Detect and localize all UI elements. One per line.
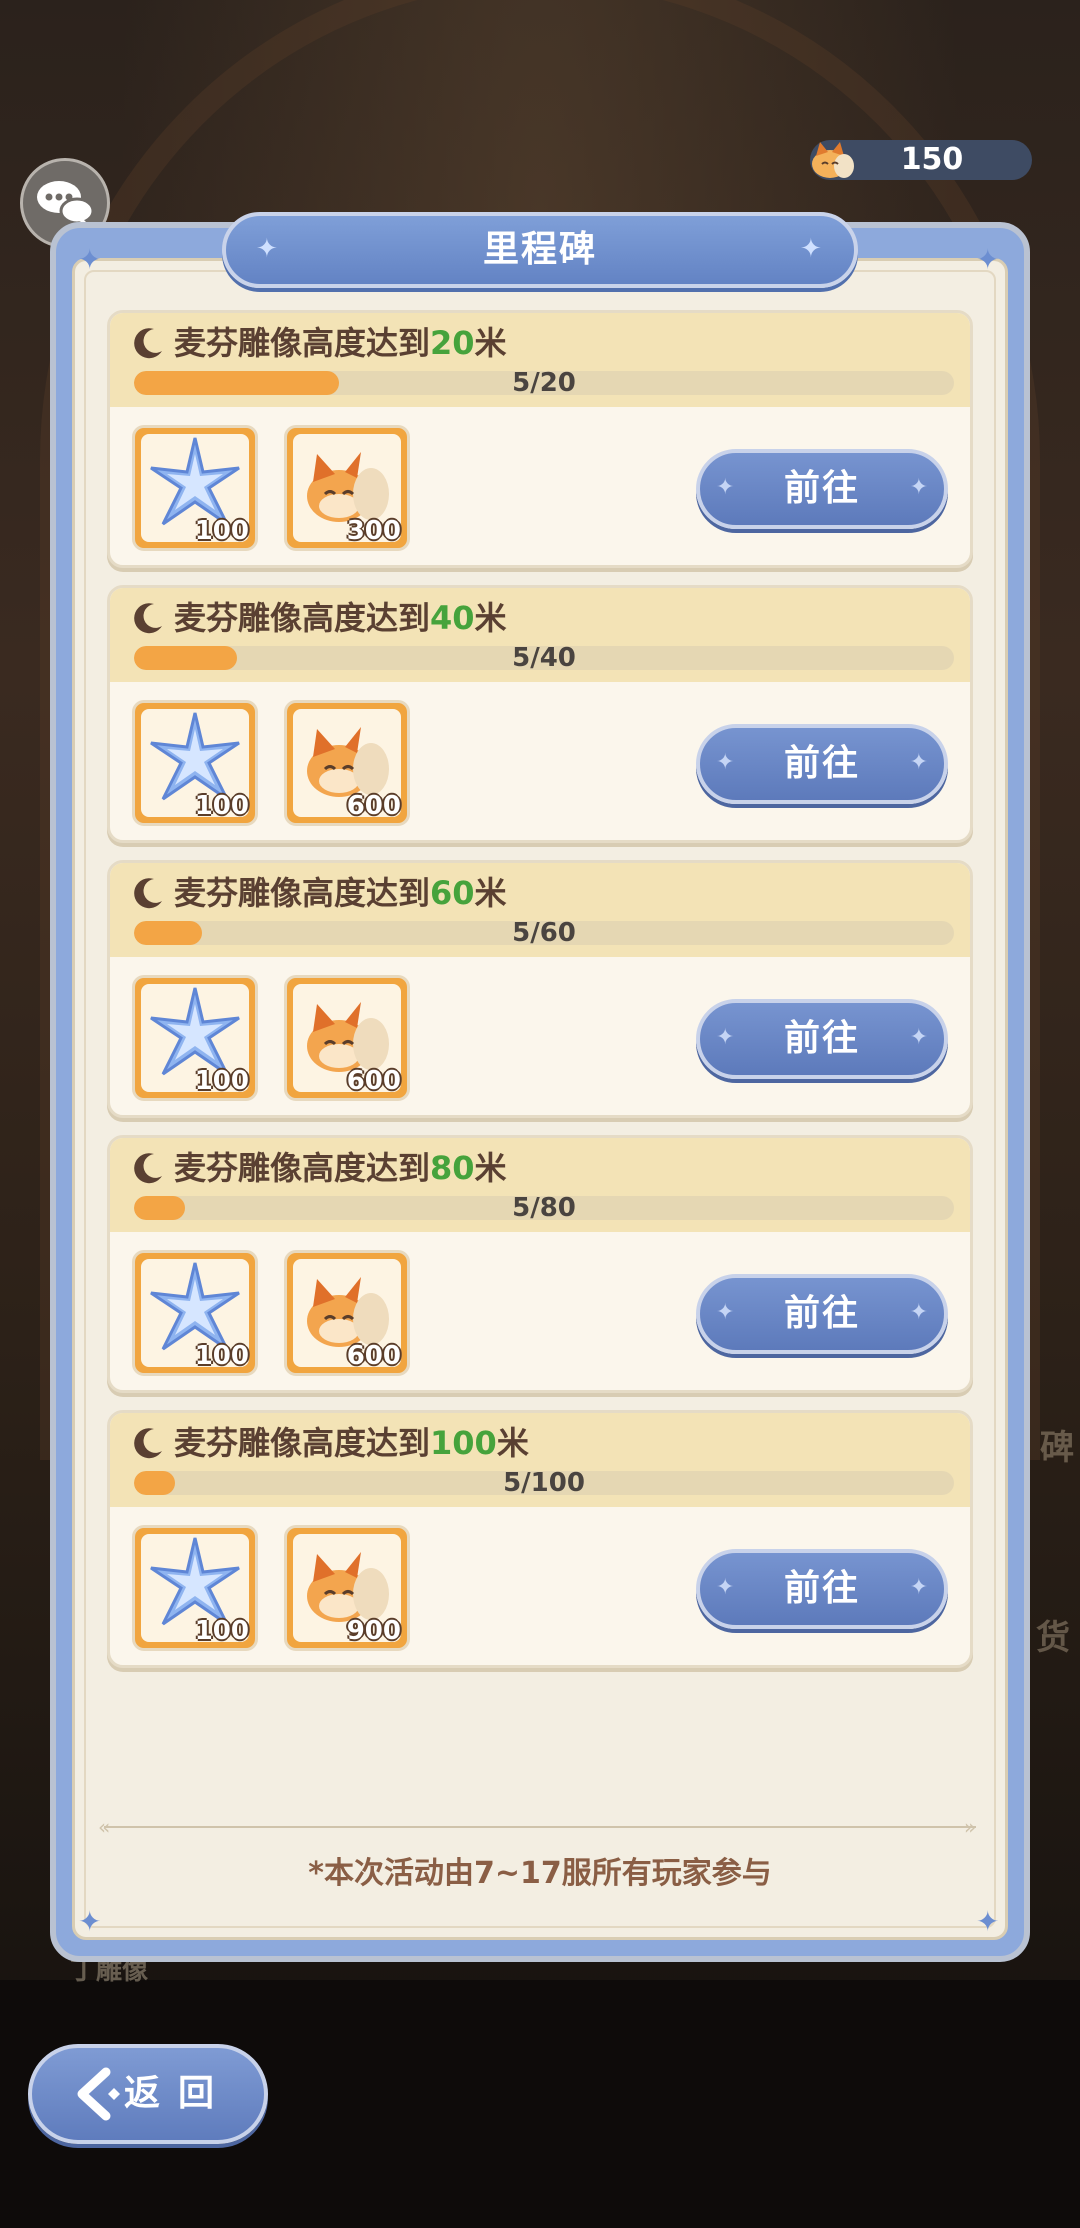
milestone-header: 麦芬雕像高度达到60米 5/60: [110, 863, 970, 957]
goal-value: 80: [430, 1149, 475, 1187]
corner-sparkle-icon: ✦: [78, 1905, 102, 1938]
go-button[interactable]: ✦ ✦ 前往: [696, 1549, 948, 1629]
footer-divider: [104, 1826, 976, 1828]
go-button[interactable]: ✦ ✦ 前往: [696, 449, 948, 529]
corner-sparkle-icon: ✦: [78, 243, 102, 276]
reward-item[interactable]: 600: [284, 700, 410, 826]
goal-value: 100: [430, 1424, 497, 1462]
milestone-goal: 麦芬雕像高度达到40米: [174, 596, 507, 640]
milestone-goal: 麦芬雕像高度达到80米: [174, 1146, 507, 1190]
crescent-moon-icon: [134, 603, 162, 634]
reward-item[interactable]: 600: [284, 975, 410, 1101]
reward-count: 600: [346, 1066, 401, 1096]
go-button-label: 前往: [783, 1018, 860, 1059]
fox-currency-icon: [812, 142, 854, 178]
goal-unit: 米: [474, 874, 507, 912]
reward-item[interactable]: 100: [132, 425, 258, 551]
reward-count: 100: [194, 1616, 249, 1646]
reward-item[interactable]: 600: [284, 1250, 410, 1376]
panel-title: 里程碑: [482, 229, 597, 270]
crescent-moon-icon: [134, 1428, 162, 1459]
background-side-label-1: 碑: [1040, 1428, 1074, 1468]
currency-value: 150: [900, 142, 964, 177]
milestone-card: 麦芬雕像高度达到80米 5/80 100 600 ✦ ✦ 前往: [107, 1135, 973, 1393]
go-button[interactable]: ✦ ✦ 前往: [696, 724, 948, 804]
go-button-label: 前往: [783, 1293, 860, 1334]
background-side-label-2: 货: [1036, 1618, 1070, 1658]
milestone-goal: 麦芬雕像高度达到100米: [174, 1421, 529, 1465]
milestone-card: 麦芬雕像高度达到20米 5/20 100 300 ✦ ✦ 前往: [107, 310, 973, 568]
milestone-card: 麦芬雕像高度达到60米 5/60 100 600 ✦ ✦ 前往: [107, 860, 973, 1118]
back-button-label: 返回: [124, 2073, 233, 2114]
reward-count: 600: [346, 791, 401, 821]
reward-count: 100: [194, 791, 249, 821]
reward-item[interactable]: 100: [132, 1250, 258, 1376]
goal-value: 20: [430, 324, 475, 362]
reward-item[interactable]: 900: [284, 1525, 410, 1651]
milestone-header: 麦芬雕像高度达到80米 5/80: [110, 1138, 970, 1232]
goal-prefix: 麦芬雕像高度达到: [174, 1149, 431, 1187]
back-arrow-icon: [77, 2067, 120, 2121]
reward-count: 100: [194, 1066, 249, 1096]
goal-value: 60: [430, 874, 475, 912]
progress-text: 5/60: [512, 918, 576, 948]
reward-count: 600: [346, 1341, 401, 1371]
reward-count: 900: [346, 1616, 401, 1646]
progress-text: 5/100: [503, 1468, 585, 1498]
progress-text: 5/80: [512, 1193, 576, 1223]
progress-text: 5/40: [512, 643, 576, 673]
goal-unit: 米: [474, 324, 507, 362]
reward-item[interactable]: 100: [132, 700, 258, 826]
event-footnote: *本次活动由7~17服所有玩家参与: [308, 1856, 772, 1891]
goal-prefix: 麦芬雕像高度达到: [174, 599, 431, 637]
reward-count: 100: [194, 1341, 249, 1371]
crescent-moon-icon: [134, 328, 162, 359]
goal-prefix: 麦芬雕像高度达到: [174, 1424, 431, 1462]
goal-prefix: 麦芬雕像高度达到: [174, 324, 431, 362]
corner-sparkle-icon: ✦: [976, 1905, 1000, 1938]
go-button-label: 前往: [783, 1568, 860, 1609]
milestone-header: 麦芬雕像高度达到100米 5/100: [110, 1413, 970, 1507]
reward-item[interactable]: 100: [132, 1525, 258, 1651]
crescent-moon-icon: [134, 878, 162, 909]
go-button-label: 前往: [783, 743, 860, 784]
milestone-goal: 麦芬雕像高度达到20米: [174, 321, 507, 365]
milestone-header: 麦芬雕像高度达到40米 5/40: [110, 588, 970, 682]
goal-unit: 米: [474, 1149, 507, 1187]
milestone-goal: 麦芬雕像高度达到60米: [174, 871, 507, 915]
reward-count: 100: [194, 516, 249, 546]
corner-sparkle-icon: ✦: [976, 243, 1000, 276]
milestone-card: 麦芬雕像高度达到100米 5/100 100 900 ✦ ✦ 前往: [107, 1410, 973, 1668]
progress-text: 5/20: [512, 368, 576, 398]
milestone-header: 麦芬雕像高度达到20米 5/20: [110, 313, 970, 407]
goal-value: 40: [430, 599, 475, 637]
goal-unit: 米: [474, 599, 507, 637]
go-button-label: 前往: [783, 468, 860, 509]
reward-item[interactable]: 100: [132, 975, 258, 1101]
reward-count: 300: [346, 516, 401, 546]
milestone-card: 麦芬雕像高度达到40米 5/40 100 600 ✦ ✦ 前往: [107, 585, 973, 843]
divider-cap-left: «: [98, 1815, 111, 1839]
goal-unit: 米: [496, 1424, 529, 1462]
goal-prefix: 麦芬雕像高度达到: [174, 874, 431, 912]
go-button[interactable]: ✦ ✦ 前往: [696, 1274, 948, 1354]
reward-item[interactable]: 300: [284, 425, 410, 551]
divider-cap-right: »: [964, 1815, 977, 1839]
back-button[interactable]: 返回: [28, 2044, 268, 2144]
go-button[interactable]: ✦ ✦ 前往: [696, 999, 948, 1079]
crescent-moon-icon: [134, 1153, 162, 1184]
